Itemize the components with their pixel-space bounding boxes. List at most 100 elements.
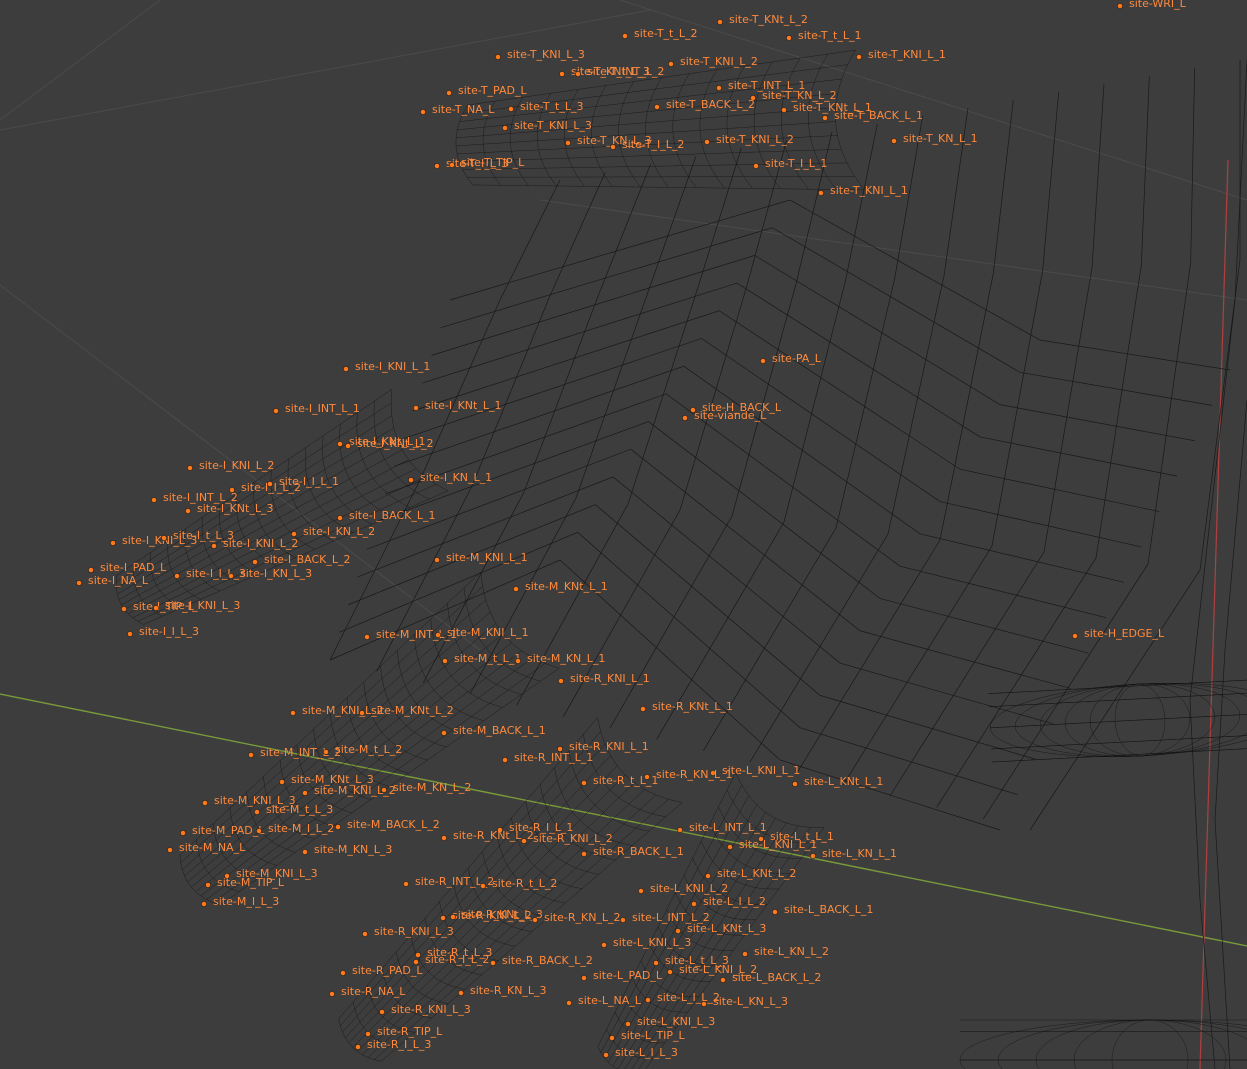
site-marker[interactable]: site-I_KN_L_2	[291, 525, 375, 538]
site-marker[interactable]: site-L_KNI_L_1	[727, 838, 817, 851]
site-marker[interactable]: site-I_KNt_L_2	[345, 437, 433, 450]
site-dot[interactable]	[513, 586, 519, 592]
site-dot[interactable]	[575, 71, 581, 77]
site-marker[interactable]: site-I_KNt_L_3	[185, 502, 273, 515]
site-marker[interactable]: site-M_t_L_1	[442, 652, 521, 665]
site-dot[interactable]	[337, 441, 343, 447]
site-marker[interactable]: site-R_NA_L	[329, 985, 406, 998]
site-dot[interactable]	[291, 531, 297, 537]
site-dot[interactable]	[273, 408, 279, 414]
site-dot[interactable]	[279, 779, 285, 785]
site-dot[interactable]	[88, 567, 94, 573]
site-dot[interactable]	[323, 749, 329, 755]
site-marker[interactable]: site-R_KNI_L_3	[362, 925, 454, 938]
3d-viewport[interactable]: site-WRI_L site-T_KNt_L_2 site-T_t_L_2 site…	[0, 0, 1247, 1069]
site-dot[interactable]	[654, 104, 660, 110]
site-dot[interactable]	[440, 915, 446, 921]
site-marker[interactable]: site-T_BACK_L_1	[822, 109, 923, 122]
site-marker[interactable]: site-T_KNI_L_3	[495, 48, 585, 61]
site-dot[interactable]	[515, 658, 521, 664]
site-dot[interactable]	[343, 366, 349, 372]
site-dot[interactable]	[682, 415, 688, 421]
site-dot[interactable]	[720, 977, 726, 983]
site-dot[interactable]	[202, 800, 208, 806]
site-marker[interactable]: site-M_I_L_3	[201, 895, 279, 908]
site-dot[interactable]	[786, 35, 792, 41]
site-marker[interactable]: site-T_KN_L_1	[891, 132, 978, 145]
site-dot[interactable]	[290, 710, 296, 716]
site-dot[interactable]	[248, 752, 254, 758]
site-dot[interactable]	[601, 942, 607, 948]
site-dot[interactable]	[434, 557, 440, 563]
site-marker[interactable]: site-L_KNI_L_3	[625, 1015, 715, 1028]
site-dot[interactable]	[1072, 633, 1078, 639]
site-dot[interactable]	[442, 658, 448, 664]
scene-svg[interactable]: site-WRI_Lsite-T_KNt_L_2site-T_t_L_2 site…	[0, 0, 1247, 1069]
site-dot[interactable]	[480, 883, 486, 889]
site-marker[interactable]: site-T_KNI_L_3	[502, 119, 592, 132]
site-marker[interactable]: site-L_BACK_L_2	[720, 971, 821, 984]
site-dot[interactable]	[521, 838, 527, 844]
site-dot[interactable]	[668, 61, 674, 67]
site-marker[interactable]: site-T_KNI_L_1	[818, 184, 908, 197]
site-marker[interactable]: site-T_BACK_L_2	[654, 98, 755, 111]
site-dot[interactable]	[581, 851, 587, 857]
site-marker[interactable]: site-R_PAD_L	[340, 964, 423, 977]
site-marker[interactable]: site-L_KNI_L_2	[638, 882, 728, 895]
site-marker[interactable]: site-M_BACK_L_2	[335, 818, 440, 831]
site-marker[interactable]: site-R_BACK_L_1	[581, 845, 684, 858]
site-dot[interactable]	[701, 1001, 707, 1007]
site-dot[interactable]	[603, 1052, 609, 1058]
site-dot[interactable]	[625, 1021, 631, 1027]
site-marker[interactable]: site-M_I_L_2	[256, 822, 334, 835]
site-marker[interactable]: site-R_BACK_L_2	[490, 954, 593, 967]
site-marker[interactable]: site-M_t_L_2	[323, 743, 402, 756]
site-dot[interactable]	[581, 780, 587, 786]
site-dot[interactable]	[345, 443, 351, 449]
site-dot[interactable]	[622, 33, 628, 39]
site-marker[interactable]: site-R_t_L_2	[480, 877, 557, 890]
site-dot[interactable]	[781, 107, 787, 113]
site-dot[interactable]	[302, 849, 308, 855]
site-marker[interactable]: site-L_INT_L_1	[677, 821, 767, 834]
site-dot[interactable]	[180, 830, 186, 836]
site-marker[interactable]: site-PA_L	[760, 352, 822, 365]
site-marker[interactable]: site-I_BACK_L_1	[337, 509, 435, 522]
site-marker[interactable]: site-R_KNI_L_2	[521, 832, 613, 845]
site-dot[interactable]	[610, 144, 616, 150]
site-marker[interactable]: site-T_KNt_L_2	[717, 13, 808, 26]
site-dot[interactable]	[201, 901, 207, 907]
site-dot[interactable]	[609, 1035, 615, 1041]
site-marker[interactable]: site-R_I_L_3	[355, 1038, 431, 1051]
site-marker[interactable]: site-M_BACK_L_1	[441, 724, 546, 737]
site-dot[interactable]	[228, 573, 234, 579]
site-marker[interactable]: site-M_KN_L_2	[381, 781, 471, 794]
site-dot[interactable]	[772, 909, 778, 915]
site-dot[interactable]	[403, 881, 409, 887]
site-marker[interactable]: site-R_I_L_2	[413, 953, 489, 966]
site-dot[interactable]	[822, 115, 828, 121]
site-dot[interactable]	[335, 824, 341, 830]
site-marker[interactable]: site-L_I_L_2	[645, 991, 720, 1004]
site-dot[interactable]	[645, 997, 651, 1003]
site-marker[interactable]: site-R_KNI_L_3	[379, 1003, 471, 1016]
site-marker[interactable]: site-L_KN_L_2	[742, 945, 829, 958]
site-dot[interactable]	[420, 109, 426, 115]
site-dot[interactable]	[446, 90, 452, 96]
site-marker[interactable]: site-I_KNt_L_1	[413, 399, 501, 412]
site-dot[interactable]	[252, 559, 258, 565]
site-dot[interactable]	[340, 970, 346, 976]
site-dot[interactable]	[638, 888, 644, 894]
site-marker[interactable]: site-L_KN_L_1	[810, 847, 897, 860]
site-dot[interactable]	[256, 828, 262, 834]
site-marker[interactable]: site-I_I_L_3	[174, 567, 246, 580]
site-marker[interactable]: site-M_PAD_L	[180, 824, 265, 837]
site-dot[interactable]	[508, 106, 514, 112]
site-dot[interactable]	[620, 917, 626, 923]
site-dot[interactable]	[581, 975, 587, 981]
site-marker[interactable]: site-I_PAD_L	[88, 561, 167, 574]
site-marker[interactable]: site-T_KNI_L_1	[856, 48, 946, 61]
site-dot[interactable]	[174, 573, 180, 579]
site-marker[interactable]: site-I_I_L_2	[229, 481, 301, 494]
site-marker[interactable]: site-T_I_L_1	[753, 157, 827, 170]
